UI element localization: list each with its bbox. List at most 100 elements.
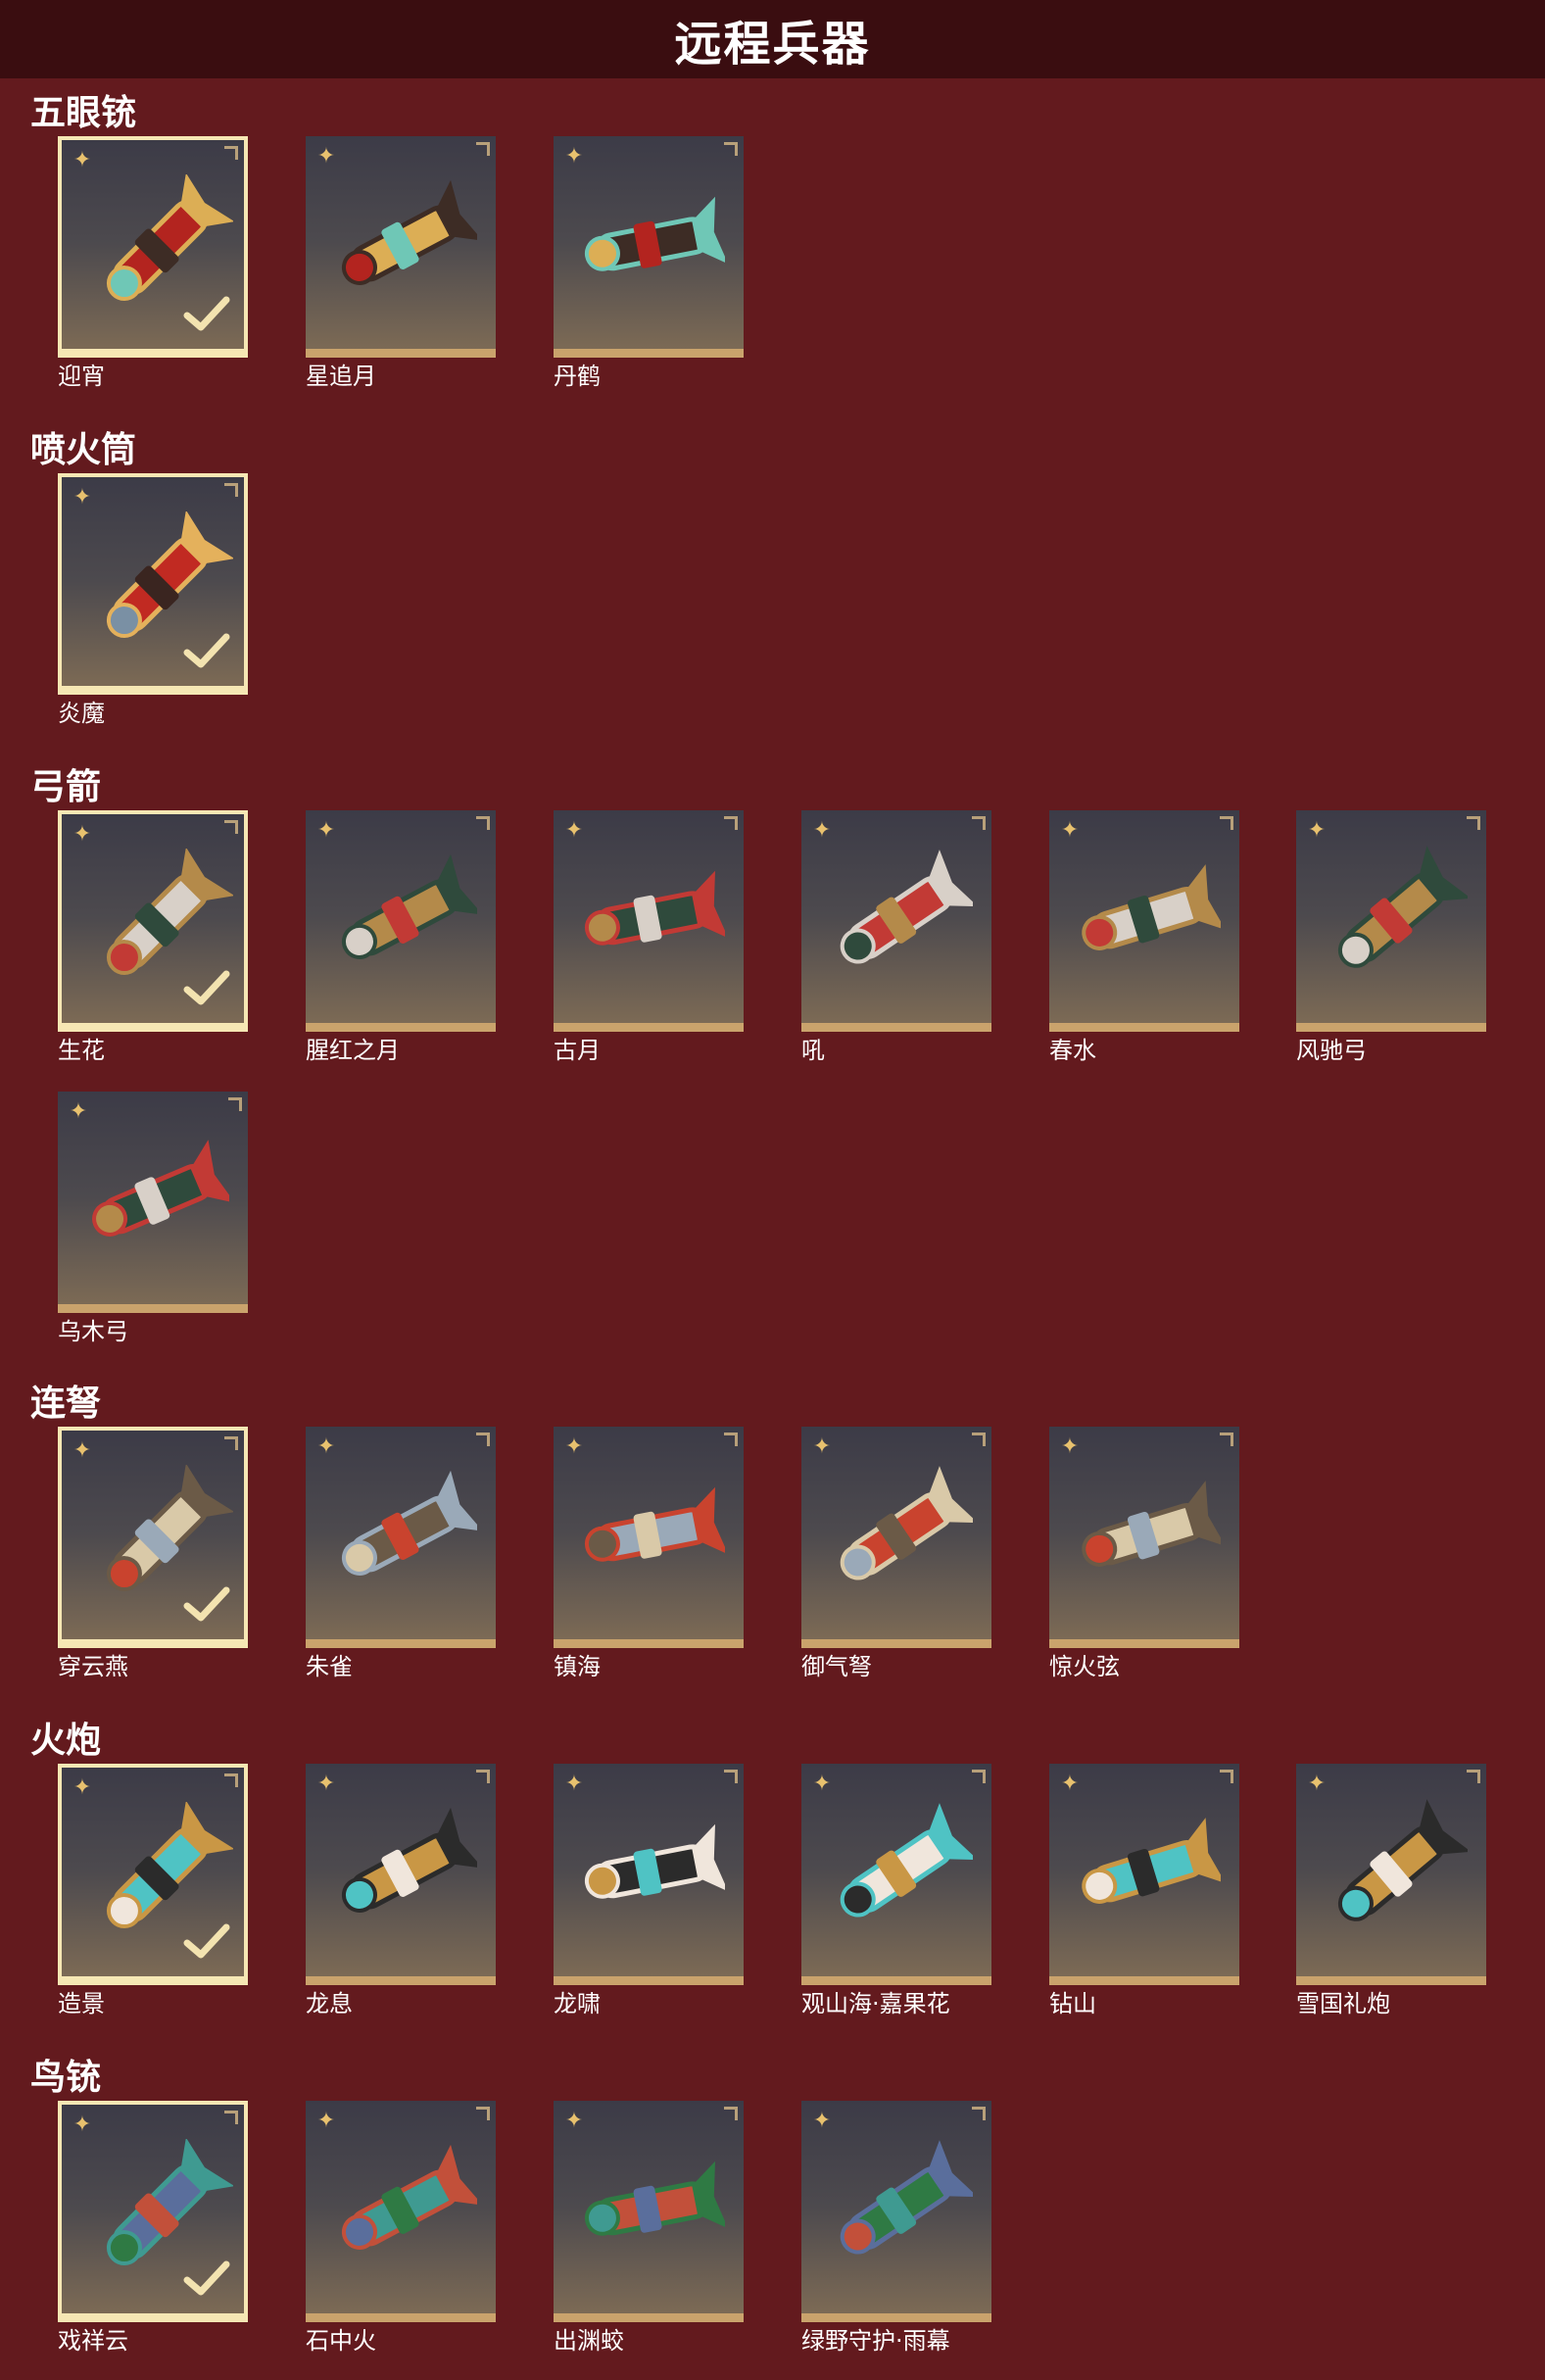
weapon-image [92, 1140, 229, 1237]
weapon-thumbnail[interactable]: ✦ [1049, 1427, 1239, 1648]
corner-bracket-icon [224, 483, 238, 497]
corner-bracket-icon [1220, 816, 1233, 830]
weapon-name: 腥红之月 [306, 1037, 400, 1064]
weapon-thumbnail[interactable]: ✦ [801, 810, 991, 1032]
weapon-name: 吼 [801, 1037, 825, 1064]
weapon-thumbnail[interactable]: ✦ [1049, 1764, 1239, 1985]
star-icon: ✦ [72, 1775, 92, 1800]
weapon-thumbnail[interactable]: ✦ [554, 1764, 744, 1985]
weapon-image [341, 1470, 477, 1576]
weapon-name: 风驰弓 [1296, 1037, 1367, 1064]
weapon-card[interactable]: ✦ 穿云燕 [58, 1427, 248, 1680]
weapon-thumbnail[interactable]: ✦ [58, 1764, 248, 1985]
weapon-image [1082, 1818, 1221, 1904]
weapon-thumbnail[interactable]: ✦ [1296, 1764, 1486, 1985]
weapon-card[interactable]: ✦ 绿野守护·雨幕 [801, 2101, 991, 2355]
weapon-name: 乌木弓 [58, 1318, 128, 1345]
weapon-thumbnail[interactable]: ✦ [306, 1427, 496, 1648]
weapon-thumbnail[interactable]: ✦ [554, 1427, 744, 1648]
weapon-card[interactable]: ✦ 乌木弓 [58, 1092, 248, 1345]
weapon-thumbnail[interactable]: ✦ [58, 136, 248, 358]
weapon-thumbnail[interactable]: ✦ [58, 810, 248, 1032]
weapon-thumbnail[interactable]: ✦ [1049, 810, 1239, 1032]
weapon-thumbnail[interactable]: ✦ [306, 1764, 496, 1985]
weapon-card[interactable]: ✦ 朱雀 [306, 1427, 496, 1680]
weapon-thumbnail[interactable]: ✦ [801, 1764, 991, 1985]
weapon-card[interactable]: ✦ 风驰弓 [1296, 810, 1486, 1064]
weapon-thumbnail[interactable]: ✦ [306, 810, 496, 1032]
weapon-thumbnail[interactable]: ✦ [801, 1427, 991, 1648]
weapon-thumbnail[interactable]: ✦ [1296, 810, 1486, 1032]
corner-bracket-icon [476, 816, 490, 830]
weapon-card[interactable]: ✦ 龙息 [306, 1764, 496, 2017]
star-icon: ✦ [812, 1434, 832, 1459]
weapon-card[interactable]: ✦ 迎宵 [58, 136, 248, 390]
weapon-card[interactable]: ✦ 钻山 [1049, 1764, 1239, 2017]
corner-bracket-icon [476, 1770, 490, 1783]
weapon-image [584, 2161, 725, 2236]
weapon-image [1082, 1481, 1221, 1567]
weapon-thumbnail[interactable]: ✦ [58, 473, 248, 695]
corner-bracket-icon [224, 1773, 238, 1787]
weapon-card[interactable]: ✦ 镇海 [554, 1427, 744, 1680]
weapon-name: 炎魔 [58, 700, 105, 727]
weapon-card[interactable]: ✦ 炎魔 [58, 473, 248, 727]
weapon-name: 穿云燕 [58, 1653, 128, 1680]
corner-bracket-icon [224, 1436, 238, 1450]
corner-bracket-icon [724, 1433, 738, 1446]
weapon-name: 御气弩 [801, 1653, 872, 1680]
weapon-name: 惊火弦 [1049, 1653, 1120, 1680]
corner-bracket-icon [972, 2107, 986, 2120]
weapon-card[interactable]: ✦ 石中火 [306, 2101, 496, 2355]
weapon-card[interactable]: ✦ 丹鹤 [554, 136, 744, 390]
weapon-image [1337, 1799, 1468, 1921]
weapon-card[interactable]: ✦ 春水 [1049, 810, 1239, 1064]
corner-bracket-icon [1467, 816, 1480, 830]
weapon-thumbnail[interactable]: ✦ [554, 810, 744, 1032]
star-icon: ✦ [564, 1434, 584, 1459]
weapon-thumbnail[interactable]: ✦ [58, 1427, 248, 1648]
weapon-name: 观山海·嘉果花 [801, 1990, 950, 2017]
weapon-card[interactable]: ✦ 出渊蛟 [554, 2101, 744, 2355]
weapon-image [840, 1803, 973, 1918]
check-icon [183, 296, 230, 331]
weapon-name: 星追月 [306, 363, 376, 390]
weapon-name: 绿野守护·雨幕 [801, 2327, 950, 2355]
weapon-name: 出渊蛟 [554, 2327, 624, 2355]
corner-bracket-icon [1220, 1433, 1233, 1446]
weapon-thumbnail[interactable]: ✦ [801, 2101, 991, 2322]
weapon-image [584, 870, 725, 946]
star-icon: ✦ [316, 144, 336, 169]
weapon-card[interactable]: ✦ 御气弩 [801, 1427, 991, 1680]
weapon-card[interactable]: ✦ 星追月 [306, 136, 496, 390]
weapon-card[interactable]: ✦ 生花 [58, 810, 248, 1064]
weapon-name: 钻山 [1049, 1990, 1096, 2017]
corner-bracket-icon [476, 142, 490, 156]
weapon-card[interactable]: ✦ 造景 [58, 1764, 248, 2017]
weapon-thumbnail[interactable]: ✦ [306, 2101, 496, 2322]
title-bar: 远程兵器 [0, 0, 1545, 78]
section-title: 火炮 [30, 1721, 102, 1761]
star-icon: ✦ [316, 1772, 336, 1796]
weapon-thumbnail[interactable]: ✦ [58, 2101, 248, 2322]
weapon-card[interactable]: ✦ 龙啸 [554, 1764, 744, 2017]
weapon-name: 戏祥云 [58, 2327, 128, 2355]
star-icon: ✦ [564, 2109, 584, 2133]
weapon-image [840, 2140, 973, 2255]
weapon-name: 雪国礼炮 [1296, 1990, 1390, 2017]
weapon-card[interactable]: ✦ 腥红之月 [306, 810, 496, 1064]
weapon-card[interactable]: ✦ 惊火弦 [1049, 1427, 1239, 1680]
weapon-thumbnail[interactable]: ✦ [554, 136, 744, 358]
section-title: 喷火筒 [30, 430, 137, 470]
weapon-card[interactable]: ✦ 雪国礼炮 [1296, 1764, 1486, 2017]
weapon-card[interactable]: ✦ 古月 [554, 810, 744, 1064]
weapon-image [341, 2144, 477, 2250]
weapon-card[interactable]: ✦ 吼 [801, 810, 991, 1064]
weapon-thumbnail[interactable]: ✦ [554, 2101, 744, 2322]
weapon-card[interactable]: ✦ 戏祥云 [58, 2101, 248, 2355]
weapon-thumbnail[interactable]: ✦ [58, 1092, 248, 1313]
weapon-thumbnail[interactable]: ✦ [306, 136, 496, 358]
star-icon: ✦ [72, 485, 92, 510]
star-icon: ✦ [812, 818, 832, 843]
weapon-card[interactable]: ✦ 观山海·嘉果花 [801, 1764, 991, 2017]
